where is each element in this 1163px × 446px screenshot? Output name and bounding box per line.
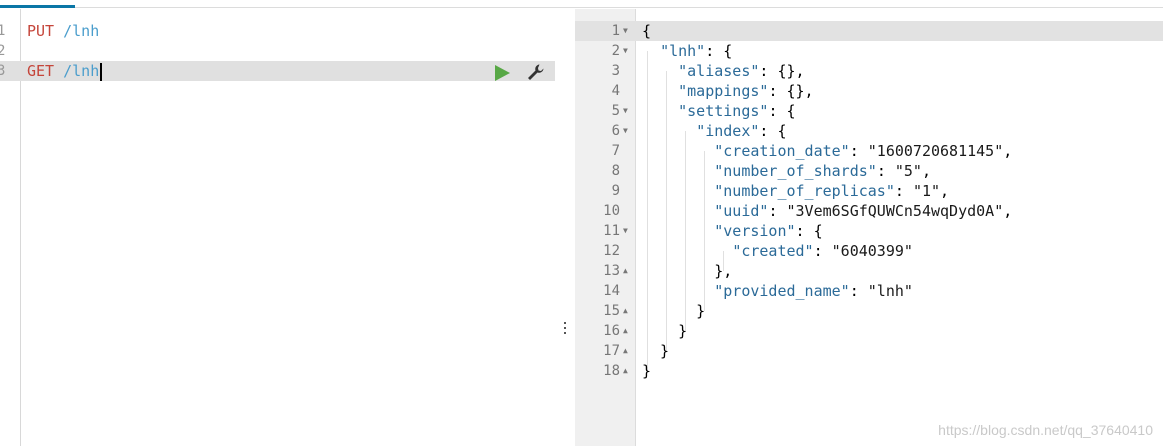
response-line: 14 "provided_name": "lnh" xyxy=(575,281,1163,301)
fold-collapse-icon[interactable]: ▼ xyxy=(623,21,633,41)
request-line[interactable]: 2 xyxy=(0,41,555,61)
line-number: 11 xyxy=(603,223,620,239)
json-code: "provided_name": "lnh" xyxy=(714,282,913,300)
json-code: "uuid": "3Vem6SGfQUWCn54wqDyd0A", xyxy=(714,202,1013,220)
http-method: GET xyxy=(27,62,55,80)
response-line: 8 "number_of_shards": "5", xyxy=(575,161,1163,181)
response-line: 16 ▲ } xyxy=(575,321,1163,341)
request-editor[interactable]: 1 PUT /lnh 2 3 GET /lnh xyxy=(0,9,555,446)
response-line: 6 ▼ "index": { xyxy=(575,121,1163,141)
line-number: 6 xyxy=(611,123,620,139)
line-number: 5 xyxy=(611,103,620,119)
line-number: 17 xyxy=(603,343,620,359)
line-number: 4 xyxy=(611,83,620,99)
fold-expand-icon[interactable]: ▲ xyxy=(623,261,633,281)
json-code: { xyxy=(642,22,652,40)
line-number: 12 xyxy=(603,243,620,259)
json-code: } xyxy=(642,302,706,320)
response-line: 15 ▲ } xyxy=(575,301,1163,321)
json-code: "created": "6040399" xyxy=(732,242,913,260)
response-line: 18 ▲} xyxy=(575,361,1163,381)
json-code: "aliases": {}, xyxy=(678,62,805,80)
fold-collapse-icon[interactable]: ▼ xyxy=(623,121,633,141)
line-number: 3 xyxy=(611,63,620,79)
line-number: 1 xyxy=(611,23,620,39)
json-code: "creation_date": "1600720681145", xyxy=(714,142,1013,160)
json-code: } xyxy=(642,322,688,340)
request-path: /lnh xyxy=(63,62,100,80)
line-number: 2 xyxy=(0,43,6,59)
fold-collapse-icon[interactable]: ▼ xyxy=(623,221,633,241)
wrench-icon[interactable] xyxy=(526,63,546,81)
line-number: 15 xyxy=(603,303,620,319)
response-line: 1 ▼ { xyxy=(575,21,1163,41)
json-code: "index": { xyxy=(696,122,787,140)
json-code: "version": { xyxy=(714,222,823,240)
json-code: "settings": { xyxy=(678,102,796,120)
response-line: 9 "number_of_replicas": "1", xyxy=(575,181,1163,201)
resize-grip-icon[interactable] xyxy=(564,322,567,336)
line-number: 10 xyxy=(603,203,620,219)
fold-collapse-icon[interactable]: ▼ xyxy=(623,101,633,121)
request-line[interactable]: 1 PUT /lnh xyxy=(0,21,555,41)
json-code: "lnh": { xyxy=(660,42,733,60)
top-bar xyxy=(0,0,1163,8)
response-line: 4 "mappings": {}, xyxy=(575,81,1163,101)
line-number: 9 xyxy=(611,183,620,199)
response-line: 7 "creation_date": "1600720681145", xyxy=(575,141,1163,161)
line-number: 18 xyxy=(603,363,620,379)
response-line: 10 "uuid": "3Vem6SGfQUWCn54wqDyd0A", xyxy=(575,201,1163,221)
active-tab-indicator xyxy=(0,5,75,8)
response-line: 11 ▼ "version": { xyxy=(575,221,1163,241)
json-code: } xyxy=(642,342,670,360)
line-number: 1 xyxy=(0,23,6,39)
text-cursor xyxy=(100,62,103,81)
http-method: PUT xyxy=(27,22,55,40)
fold-collapse-icon[interactable]: ▼ xyxy=(623,41,633,61)
fold-expand-icon[interactable]: ▲ xyxy=(623,361,633,381)
response-line: 17 ▲ } xyxy=(575,341,1163,361)
response-line: 2 ▼ "lnh": { xyxy=(575,41,1163,61)
line-number: 7 xyxy=(611,143,620,159)
json-code: }, xyxy=(642,262,733,280)
request-path: /lnh xyxy=(63,22,100,40)
response-line: 5 ▼ "settings": { xyxy=(575,101,1163,121)
line-number: 2 xyxy=(611,43,620,59)
fold-expand-icon[interactable]: ▲ xyxy=(623,321,633,341)
line-number: 8 xyxy=(611,163,620,179)
json-code: } xyxy=(642,362,652,380)
json-code: "number_of_replicas": "1", xyxy=(714,182,950,200)
play-icon[interactable] xyxy=(495,65,510,81)
line-number: 13 xyxy=(603,263,620,279)
response-line: 3 "aliases": {}, xyxy=(575,61,1163,81)
json-code: "mappings": {}, xyxy=(678,82,814,100)
request-line-active[interactable]: 3 GET /lnh xyxy=(0,61,555,81)
line-number: 3 xyxy=(0,63,6,79)
pane-resizer[interactable] xyxy=(555,9,575,446)
response-viewer[interactable]: 1 ▼{2 ▼ "lnh": {3 "aliases": {}, 4 "mapping… xyxy=(575,9,1163,446)
line-number: 16 xyxy=(603,323,620,339)
response-line: 13 ▲ }, xyxy=(575,261,1163,281)
watermark: https://blog.csdn.net/qq_37640410 xyxy=(938,422,1153,438)
response-line: 12 "created": "6040399" xyxy=(575,241,1163,261)
fold-expand-icon[interactable]: ▲ xyxy=(623,341,633,361)
fold-expand-icon[interactable]: ▲ xyxy=(623,301,633,321)
line-number: 14 xyxy=(603,283,620,299)
json-code: "number_of_shards": "5", xyxy=(714,162,931,180)
